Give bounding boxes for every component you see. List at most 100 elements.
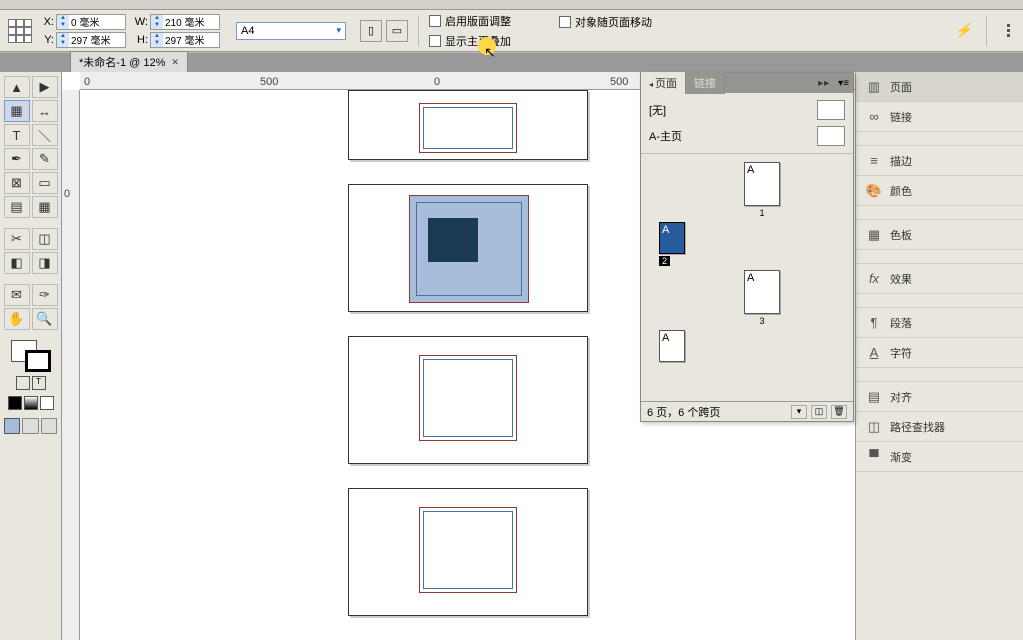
view-mode-preview[interactable]: [22, 418, 38, 434]
pages-panel-tabs: ◂页面 链接 ▸▸ ▾≡: [641, 73, 853, 93]
fill-stroke-swatch[interactable]: [11, 340, 51, 372]
panel-links[interactable]: ∞链接: [856, 102, 1023, 132]
page-thumb-4[interactable]: A: [641, 330, 853, 362]
gradient-icon: ▀: [866, 449, 882, 465]
panel-align[interactable]: ▤对齐: [856, 382, 1023, 412]
edit-page-size-button[interactable]: ▾: [791, 405, 807, 419]
links-tab[interactable]: 链接: [686, 72, 725, 94]
panel-character[interactable]: A字符: [856, 338, 1023, 368]
pages-panel-footer: 6 页，6 个跨页 ▾ ◫ 🗑: [641, 401, 853, 421]
h-label: H:: [134, 34, 148, 46]
gpu-icon[interactable]: ⚡: [955, 22, 972, 39]
panel-collapse-icon[interactable]: ▸▸: [814, 78, 834, 89]
masters-section: [无] A-主页: [641, 93, 853, 154]
spread-3[interactable]: [348, 336, 588, 464]
page-tool[interactable]: ▦: [4, 100, 30, 122]
stroke-icon: ≡: [866, 153, 882, 169]
character-icon: A: [866, 345, 882, 361]
document-tabs: *未命名-1 @ 12% ✕: [0, 52, 1023, 72]
direct-selection-tool[interactable]: ▶: [32, 76, 58, 98]
panel-pathfinder[interactable]: ◫路径查找器: [856, 412, 1023, 442]
master-a-thumb[interactable]: [817, 126, 845, 146]
page-size-value: A4: [241, 25, 254, 37]
panel-gradient[interactable]: ▀渐变: [856, 442, 1023, 472]
spread-4[interactable]: [348, 488, 588, 616]
menu-bar: [0, 0, 1023, 10]
effects-icon: fx: [866, 271, 882, 287]
y-input[interactable]: ▲▼: [56, 32, 126, 48]
hand-tool[interactable]: ✋: [4, 308, 30, 330]
panel-color[interactable]: 🎨颜色: [856, 176, 1023, 206]
line-tool[interactable]: ＼: [32, 124, 58, 146]
pages-panel[interactable]: ◂页面 链接 ▸▸ ▾≡ [无] A-主页 A 1 A 2 A 3 A 6 页，…: [640, 72, 854, 422]
swatches-icon: ▦: [866, 227, 882, 243]
scissors-tool[interactable]: ✂: [4, 228, 30, 250]
zoom-tool[interactable]: 🔍: [32, 308, 58, 330]
y-label: Y:: [40, 34, 54, 46]
spread-1[interactable]: [348, 90, 588, 160]
master-none[interactable]: [无]: [649, 102, 666, 118]
x-label: X:: [40, 16, 54, 28]
panel-stroke[interactable]: ≡描边: [856, 146, 1023, 176]
placed-rectangle[interactable]: [428, 218, 478, 262]
panel-effects[interactable]: fx效果: [856, 264, 1023, 294]
gradient-swatch-tool[interactable]: ◧: [4, 252, 30, 274]
panel-paragraph[interactable]: ¶段落: [856, 308, 1023, 338]
pages-list[interactable]: A 1 A 2 A 3 A: [641, 154, 853, 401]
options-bar: X: ▲▼ Y: ▲▼ W: ▲▼ H: ▲▼ A4 ▾ ▯ ▭ 启用版面调整 …: [0, 10, 1023, 52]
links-icon: ∞: [866, 109, 882, 125]
show-master-overlay-checkbox[interactable]: 显示主页叠加: [429, 33, 511, 49]
pages-tab[interactable]: ◂页面: [641, 72, 686, 94]
page-thumb-2[interactable]: A 2: [641, 222, 853, 266]
master-none-thumb[interactable]: [817, 100, 845, 120]
pathfinder-icon: ◫: [866, 419, 882, 435]
swap-fill-stroke-icon[interactable]: T: [32, 376, 46, 390]
pencil-tool[interactable]: ✎: [32, 148, 58, 170]
align-icon: ▤: [866, 389, 882, 405]
master-a[interactable]: A-主页: [649, 128, 682, 144]
panel-dock: ▥页面 ∞链接 ≡描边 🎨颜色 ▦色板 fx效果 ¶段落 A字符 ▤对齐 ◫路径…: [855, 72, 1023, 640]
apply-color-black[interactable]: [8, 396, 22, 410]
objects-move-checkbox[interactable]: 对象随页面移动: [559, 14, 652, 30]
spread-2[interactable]: [348, 184, 588, 312]
page-thumb-3[interactable]: A 3: [641, 270, 853, 326]
w-input[interactable]: ▲▼: [150, 14, 220, 30]
w-label: W:: [134, 16, 148, 28]
close-tab-icon[interactable]: ✕: [171, 57, 179, 68]
dropdown-icon: ▾: [336, 25, 341, 36]
default-fill-stroke-icon[interactable]: [16, 376, 30, 390]
free-transform-tool[interactable]: ◫: [32, 228, 58, 250]
view-mode-bleed[interactable]: [41, 418, 57, 434]
page-size-dropdown[interactable]: A4 ▾: [236, 22, 346, 40]
rectangle-tool[interactable]: ▭: [32, 172, 58, 194]
more-options-icon[interactable]: [1001, 24, 1015, 37]
document-tab[interactable]: *未命名-1 @ 12% ✕: [70, 51, 188, 72]
h-input[interactable]: ▲▼: [150, 32, 220, 48]
type-tool[interactable]: T: [4, 124, 30, 146]
orientation-portrait-button[interactable]: ▯: [360, 20, 382, 42]
new-page-button[interactable]: ◫: [811, 405, 827, 419]
page-count-label: 6 页，6 个跨页: [647, 404, 720, 420]
orientation-landscape-button[interactable]: ▭: [386, 20, 408, 42]
enable-layout-adjust-checkbox[interactable]: 启用版面调整: [429, 13, 511, 29]
apply-gradient[interactable]: [24, 396, 38, 410]
reference-point-grid[interactable]: [8, 19, 32, 43]
grid-tool[interactable]: ▦: [32, 196, 58, 218]
x-input[interactable]: ▲▼: [56, 14, 126, 30]
view-mode-normal[interactable]: [4, 418, 20, 434]
panel-menu-icon[interactable]: ▾≡: [834, 78, 853, 89]
gap-tool[interactable]: ↔: [32, 100, 58, 122]
note-tool[interactable]: ✉: [4, 284, 30, 306]
eyedropper-tool[interactable]: ✑: [32, 284, 58, 306]
delete-page-button[interactable]: 🗑: [831, 405, 847, 419]
rectangle-frame-tool[interactable]: ⊠: [4, 172, 30, 194]
pen-tool[interactable]: ✒: [4, 148, 30, 170]
gradient-feather-tool[interactable]: ◨: [32, 252, 58, 274]
pages-icon: ▥: [866, 79, 882, 95]
table-tool[interactable]: ▤: [4, 196, 30, 218]
apply-none[interactable]: [40, 396, 54, 410]
selection-tool[interactable]: ▲: [4, 76, 30, 98]
panel-pages[interactable]: ▥页面: [856, 72, 1023, 102]
panel-swatches[interactable]: ▦色板: [856, 220, 1023, 250]
page-thumb-1[interactable]: A 1: [641, 162, 853, 218]
